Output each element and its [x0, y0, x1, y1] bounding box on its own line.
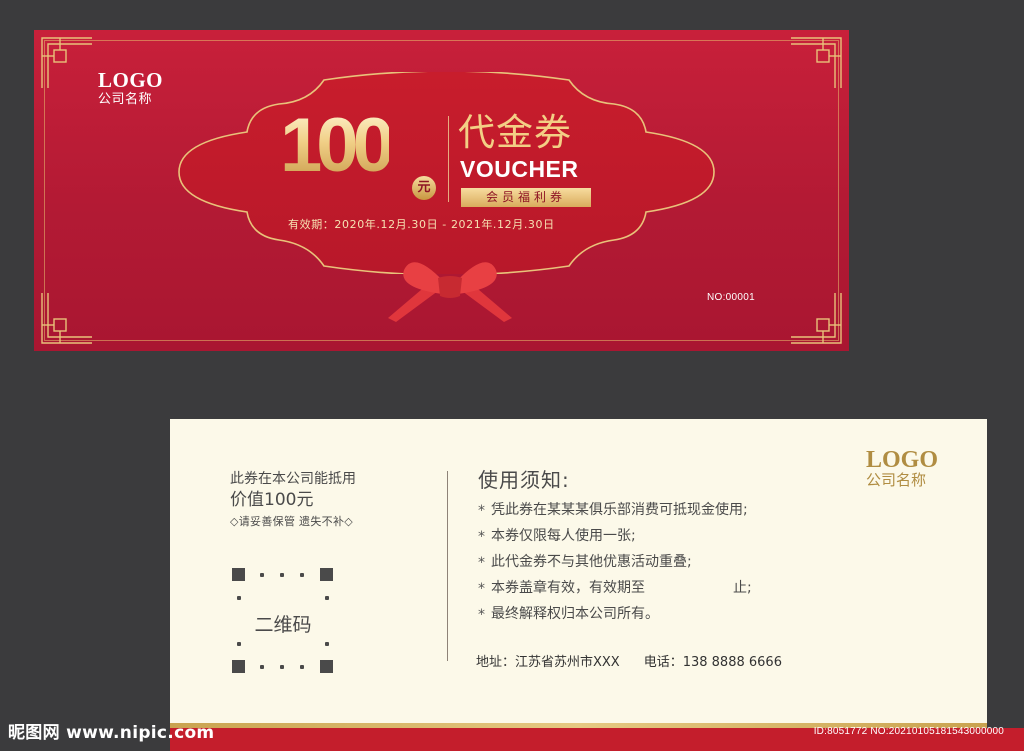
front-logo: LOGO 公司名称: [98, 68, 164, 107]
corner-ornament-top-right: [789, 36, 843, 90]
company-name: 公司名称: [98, 92, 153, 107]
qr-dot: [237, 596, 241, 600]
corner-ornament-bottom-left: [40, 291, 94, 345]
company-name: 公司名称: [866, 471, 927, 489]
qr-dot: [300, 573, 304, 577]
qr-dot: [237, 642, 241, 646]
logo-text: LOGO: [98, 68, 164, 92]
notice-item-text: 本券盖章有效，有效期至: [491, 580, 645, 596]
qr-dot: [280, 573, 284, 577]
usage-notice: 使用须知: 凭此券在某某某俱乐部消费可抵现金使用; 本券仅限每人使用一张; 此代…: [478, 467, 752, 628]
voucher-title-en: VOUCHER: [460, 156, 579, 182]
back-divider: [447, 471, 448, 661]
voucher-title-cn: 代金券: [458, 111, 572, 154]
corner-ornament-top-left: [40, 36, 94, 90]
validity-period: 有效期：2020年.12月.30日 - 2021年.12月.30日: [288, 218, 555, 231]
qr-dot: [280, 665, 284, 669]
value-line-1: 此券在本公司能抵用: [230, 471, 356, 487]
qr-finder-square: [320, 568, 333, 581]
value-line-2: 价值100元: [230, 490, 314, 510]
voucher-badge-shape: [174, 72, 719, 274]
contact-info: 地址：江苏省苏州市XXX 电话：138 8888 6666: [476, 651, 782, 670]
phone: 电话：138 8888 6666: [643, 655, 782, 670]
notice-item: 本券仅限每人使用一张;: [478, 523, 752, 550]
title-divider: [448, 116, 449, 202]
qr-dot: [260, 665, 264, 669]
serial-number: NO:00001: [707, 292, 755, 303]
notice-item: 最终解释权归本公司所有。: [478, 601, 752, 628]
qr-finder-square: [232, 568, 245, 581]
corner-ornament-bottom-right: [789, 291, 843, 345]
back-logo: LOGO 公司名称: [866, 448, 938, 488]
value-info: 此券在本公司能抵用 价值100元 ◇请妥善保管 遗失不补◇: [230, 470, 356, 530]
qr-code-placeholder: 二维码: [230, 566, 336, 676]
keep-safe-note: ◇请妥善保管 遗失不补◇: [230, 515, 354, 528]
site-watermark: 昵图网 www.nipic.com: [8, 723, 215, 743]
notice-item-text: 止;: [733, 580, 752, 596]
qr-finder-square: [232, 660, 245, 673]
voucher-front: LOGO 公司名称 100 元 代金券 VOUCHER 会员福利券 有效期：20…: [34, 30, 849, 351]
yuan-badge: 元: [412, 176, 436, 200]
qr-dot: [325, 642, 329, 646]
voucher-amount: 100: [280, 103, 395, 188]
qr-dot: [325, 596, 329, 600]
notice-title: 使用须知:: [478, 468, 570, 492]
qr-dot: [260, 573, 264, 577]
qr-label: 二维码: [254, 614, 312, 636]
member-tag: 会员福利券: [461, 188, 591, 207]
qr-finder-square: [320, 660, 333, 673]
notice-item: 此代金券不与其他优惠活动重叠;: [478, 549, 752, 576]
logo-text: LOGO: [866, 447, 939, 473]
notice-list: 凭此券在某某某俱乐部消费可抵现金使用; 本券仅限每人使用一张; 此代金券不与其他…: [478, 497, 752, 628]
ribbon-bow-icon: [380, 254, 520, 330]
image-id-watermark: ID:8051772 NO:20210105181543000000: [813, 726, 1004, 737]
notice-item: 本券盖章有效，有效期至 止;: [478, 575, 752, 602]
notice-item: 凭此券在某某某俱乐部消费可抵现金使用;: [478, 497, 752, 524]
qr-dot: [300, 665, 304, 669]
address: 地址：江苏省苏州市XXX: [476, 655, 620, 670]
